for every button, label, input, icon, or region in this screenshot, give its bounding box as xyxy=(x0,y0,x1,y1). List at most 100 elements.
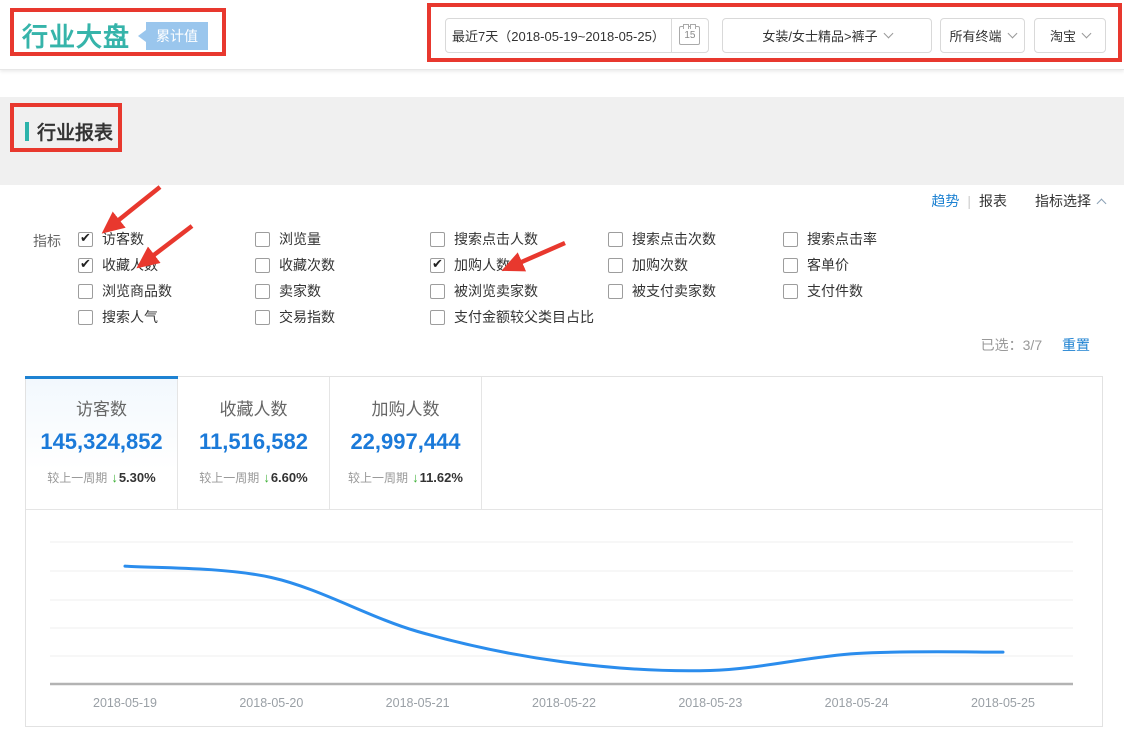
trend-chart-card: 访客数 145,324,852 较上一周期↓5.30% 收藏人数 11,516,… xyxy=(25,376,1103,727)
metric-tab-cart[interactable]: 加购人数 22,997,444 较上一周期↓11.62% xyxy=(330,377,482,509)
indicator-column: 搜索点击人数 加购人数 被浏览卖家数 支付金额较父类目占比 xyxy=(430,231,594,335)
divider: | xyxy=(967,193,971,209)
section-title-text: 行业报表 xyxy=(37,118,113,145)
checkbox-item[interactable]: 访客数 xyxy=(78,231,172,247)
checkbox-item[interactable]: 支付件数 xyxy=(783,283,877,299)
checkbox[interactable] xyxy=(78,258,93,273)
metric-value: 22,997,444 xyxy=(330,429,481,455)
checkbox[interactable] xyxy=(78,284,93,299)
terminal-value: 所有终端 xyxy=(949,26,1001,45)
metric-delta: 较上一周期↓11.62% xyxy=(330,469,481,486)
checkbox-item[interactable]: 客单价 xyxy=(783,257,877,273)
selected-count: 已选：3/7 xyxy=(981,337,1042,353)
view-switcher: 趋势 | 报表 指标选择 xyxy=(931,191,1105,211)
line-chart[interactable]: 2018-05-192018-05-202018-05-212018-05-22… xyxy=(26,510,1102,726)
x-axis-label: 2018-05-19 xyxy=(70,696,180,710)
checkbox-item[interactable]: 加购人数 xyxy=(430,257,594,273)
indicator-column: 浏览量 收藏次数 卖家数 交易指数 xyxy=(255,231,335,335)
checkbox[interactable] xyxy=(783,284,798,299)
badge-label: 累计值 xyxy=(146,22,208,50)
date-range-value: 最近7天（2018-05-19~2018-05-25） xyxy=(446,26,671,45)
checkbox-item[interactable]: 浏览量 xyxy=(255,231,335,247)
checkbox[interactable] xyxy=(430,232,445,247)
calendar-button[interactable]: 15 xyxy=(672,19,708,52)
indicator-column: 访客数 收藏人数 浏览商品数 搜索人气 xyxy=(78,231,172,335)
badge-arrow-left-icon xyxy=(138,30,146,42)
checkbox-item[interactable]: 浏览商品数 xyxy=(78,283,172,299)
trend-line-series xyxy=(125,566,1003,671)
tab-trend[interactable]: 趋势 xyxy=(931,191,959,211)
section-title-bar xyxy=(25,122,29,141)
checkbox-item[interactable]: 支付金额较父类目占比 xyxy=(430,309,594,325)
x-axis-label: 2018-05-23 xyxy=(655,696,765,710)
checkbox[interactable] xyxy=(783,258,798,273)
x-axis-label: 2018-05-22 xyxy=(509,696,619,710)
chevron-down-icon xyxy=(1007,29,1017,39)
gridlines xyxy=(50,542,1073,656)
checkbox-item[interactable]: 收藏人数 xyxy=(78,257,172,273)
reset-button[interactable]: 重置 xyxy=(1062,337,1090,353)
checkbox-item[interactable]: 收藏次数 xyxy=(255,257,335,273)
indicator-column: 搜索点击次数 加购次数 被支付卖家数 xyxy=(608,231,716,309)
checkbox-item[interactable]: 被支付卖家数 xyxy=(608,283,716,299)
page-root: 行业大盘 累计值 最近7天（2018-05-19~2018-05-25） 15 … xyxy=(0,0,1124,730)
checkbox[interactable] xyxy=(78,232,93,247)
checkbox[interactable] xyxy=(608,284,623,299)
indicators-label: 指标 xyxy=(33,231,61,251)
down-arrow-icon: ↓ xyxy=(111,470,118,485)
terminal-dropdown[interactable]: 所有终端 xyxy=(940,18,1025,53)
section-title: 行业报表 xyxy=(25,118,113,145)
x-axis-label: 2018-05-24 xyxy=(802,696,912,710)
metric-delta: 较上一周期↓5.30% xyxy=(26,469,177,486)
category-value: 女装/女士精品>裤子 xyxy=(762,26,877,45)
checkbox-item[interactable]: 搜索点击率 xyxy=(783,231,877,247)
platform-value: 淘宝 xyxy=(1050,26,1076,45)
checkbox-item[interactable]: 加购次数 xyxy=(608,257,716,273)
section-band: 行业报表 xyxy=(0,97,1124,185)
checkbox-item[interactable]: 被浏览卖家数 xyxy=(430,283,594,299)
checkbox[interactable] xyxy=(608,232,623,247)
checkbox[interactable] xyxy=(608,258,623,273)
checkbox[interactable] xyxy=(783,232,798,247)
chevron-up-icon xyxy=(1097,198,1107,208)
checkbox[interactable] xyxy=(430,310,445,325)
metric-value: 145,324,852 xyxy=(26,429,177,455)
down-arrow-icon: ↓ xyxy=(263,470,270,485)
platform-dropdown[interactable]: 淘宝 xyxy=(1034,18,1106,53)
chevron-down-icon xyxy=(1082,29,1092,39)
x-axis-label: 2018-05-25 xyxy=(948,696,1058,710)
checkbox-item[interactable]: 搜索人气 xyxy=(78,309,172,325)
checkbox[interactable] xyxy=(255,232,270,247)
checkbox-item[interactable]: 卖家数 xyxy=(255,283,335,299)
page-title: 行业大盘 累计值 xyxy=(22,17,208,54)
indicator-column: 搜索点击率 客单价 支付件数 xyxy=(783,231,877,309)
x-axis-label: 2018-05-21 xyxy=(363,696,473,710)
page-title-text: 行业大盘 xyxy=(22,17,130,54)
down-arrow-icon: ↓ xyxy=(412,470,419,485)
chart-canvas[interactable] xyxy=(26,510,1102,726)
checkbox[interactable] xyxy=(255,258,270,273)
metric-tab-favorites[interactable]: 收藏人数 11,516,582 较上一周期↓6.60% xyxy=(178,377,330,509)
report-panel: 趋势 | 报表 指标选择 指标 访客数 收藏人数 浏览商品数 搜索人气 浏览量 … xyxy=(0,185,1124,727)
selection-summary: 已选：3/7 重置 xyxy=(981,335,1090,355)
calendar-icon: 15 xyxy=(679,26,700,45)
metric-delta: 较上一周期↓6.60% xyxy=(178,469,329,486)
checkbox[interactable] xyxy=(255,310,270,325)
checkbox[interactable] xyxy=(255,284,270,299)
header: 行业大盘 累计值 最近7天（2018-05-19~2018-05-25） 15 … xyxy=(0,0,1124,70)
checkbox[interactable] xyxy=(430,258,445,273)
checkbox-item[interactable]: 交易指数 xyxy=(255,309,335,325)
tab-report[interactable]: 报表 xyxy=(979,191,1007,211)
chevron-down-icon xyxy=(883,29,893,39)
checkbox-item[interactable]: 搜索点击人数 xyxy=(430,231,594,247)
metric-tab-strip: 访客数 145,324,852 较上一周期↓5.30% 收藏人数 11,516,… xyxy=(26,377,1102,510)
cumulative-badge: 累计值 xyxy=(138,22,208,50)
indicator-select-toggle[interactable]: 指标选择 xyxy=(1035,191,1091,211)
metric-value: 11,516,582 xyxy=(178,429,329,455)
metric-tab-visitors[interactable]: 访客数 145,324,852 较上一周期↓5.30% xyxy=(26,377,178,509)
checkbox-item[interactable]: 搜索点击次数 xyxy=(608,231,716,247)
date-range-picker[interactable]: 最近7天（2018-05-19~2018-05-25） 15 xyxy=(445,18,709,53)
category-dropdown[interactable]: 女装/女士精品>裤子 xyxy=(722,18,932,53)
checkbox[interactable] xyxy=(78,310,93,325)
checkbox[interactable] xyxy=(430,284,445,299)
